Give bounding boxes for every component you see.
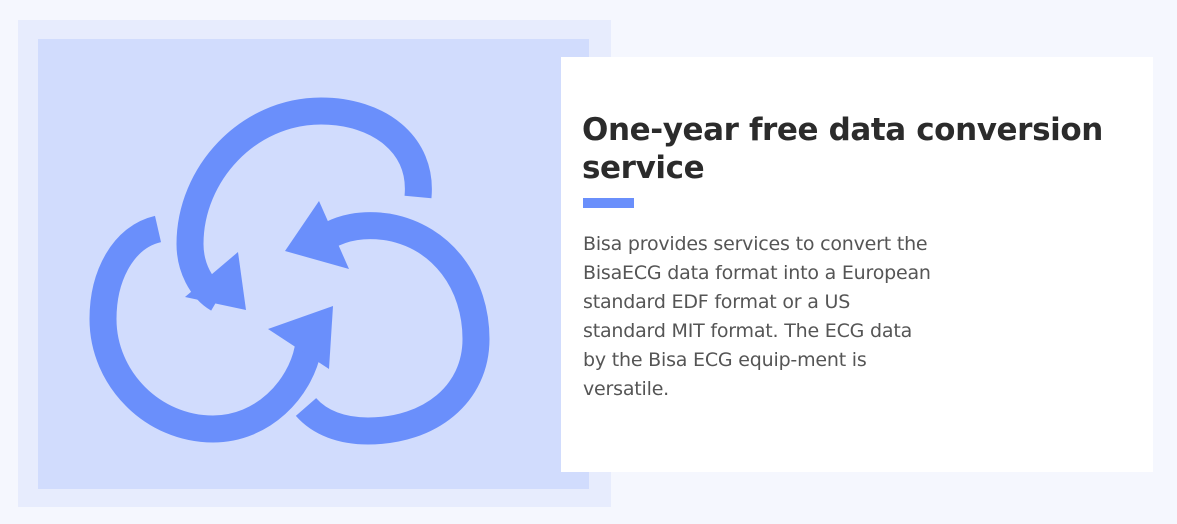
three-arrow-cycle-icon xyxy=(89,97,490,445)
title-underline xyxy=(583,198,634,208)
card-description: Bisa provides services to convert the Bi… xyxy=(583,233,931,400)
card-title: One-year free data conversion service xyxy=(582,112,1103,186)
info-card: One-year free data conversion service Bi… xyxy=(561,57,1153,472)
illustration-panel xyxy=(38,39,589,489)
